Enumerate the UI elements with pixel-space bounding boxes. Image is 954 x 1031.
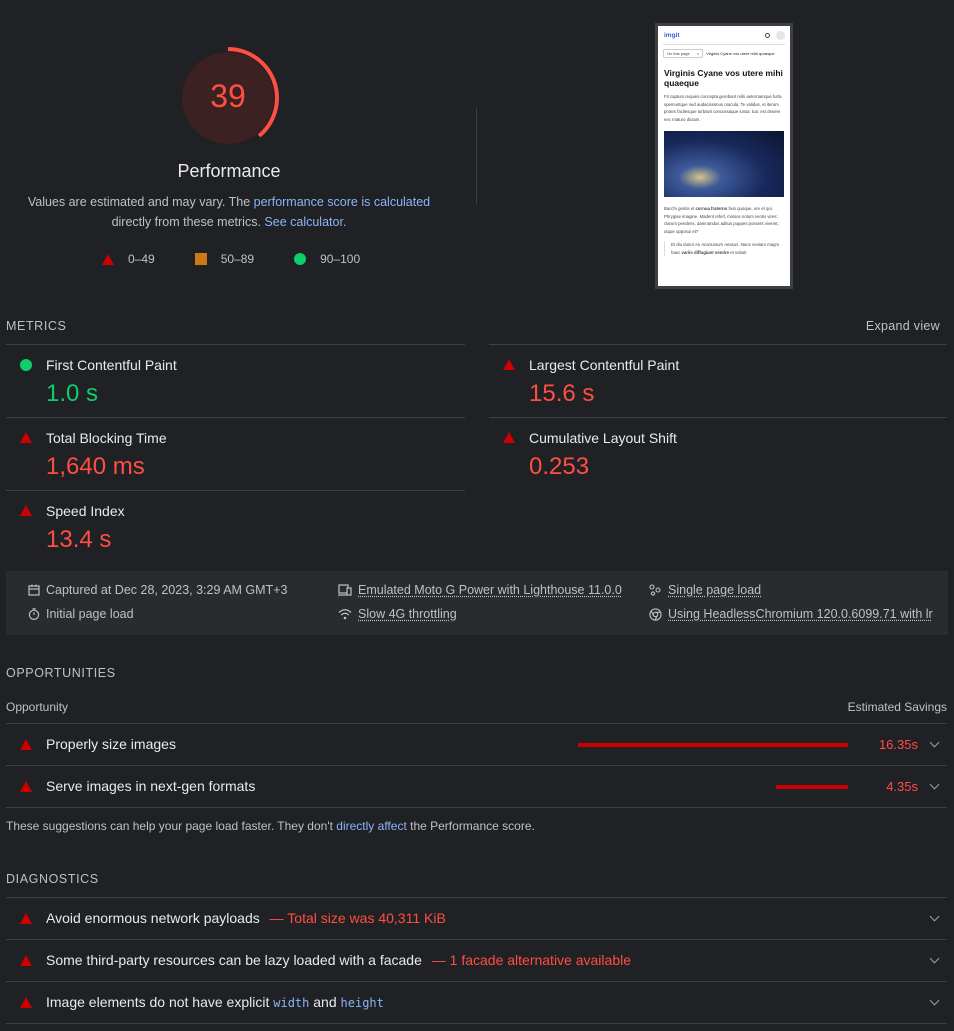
diagnostics-title: DIAGNOSTICS [6,872,99,886]
metric-lcp: Largest Contentful Paint 15.6 s [489,345,947,417]
device-link[interactable]: Emulated Moto G Power with Lighthouse 11… [358,583,622,597]
savings-bar [776,785,848,789]
savings-value: 4.35s [886,779,918,794]
savings-value: 16.35s [878,737,918,752]
session-icon [649,584,661,596]
diagnostic-row[interactable]: Some third-party resources can be lazy l… [6,940,947,981]
opportunity-row[interactable]: Properly size images 16.35s [6,724,947,765]
savings-bar [578,743,848,747]
search-icon [765,33,770,38]
browser-link[interactable]: Using HeadlessChromium 120.0.6099.71 wit… [668,607,933,621]
timer-icon [28,608,40,620]
metric-cls: Cumulative Layout Shift 0.253 [489,418,947,490]
opportunity-row[interactable]: Serve images in next-gen formats 4.35s [6,766,947,807]
pass-icon [20,359,32,371]
chevron-down-icon[interactable] [929,779,940,790]
metrics-title: METRICS [6,319,67,333]
performance-gauge: 39 [176,46,280,150]
chrome-icon [649,607,662,621]
metric-tbt-value: 1,640 ms [46,453,145,480]
final-screenshot[interactable]: imgit On this page × Virginis Cyane vos … [655,23,793,289]
opportunity-column-header: Opportunity [6,700,69,714]
calendar-icon [28,584,40,596]
article-heading: Virginis Cyane vos utere mihi quaeque [664,68,783,88]
fail-icon [20,997,32,1008]
performance-score-link[interactable]: performance score is calculated [254,195,430,209]
performance-score: 39 [210,78,246,114]
article-para-2: Bacchi gentis et cornua fraterno fixis q… [664,206,779,234]
calculator-link[interactable]: See calculator. [264,215,346,229]
fail-icon [20,955,32,966]
diagnostic-row[interactable]: Avoid enormous network payloads — Total … [6,898,947,939]
fail-icon [20,739,32,750]
chevron-down-icon[interactable] [929,953,940,964]
metric-si: Speed Index 13.4 s [6,491,465,563]
single-page-link[interactable]: Single page load [668,583,761,597]
fail-icon [503,432,515,443]
runtime-settings: Captured at Dec 28, 2023, 3:29 AM GMT+3 … [6,571,948,635]
divider [6,1023,947,1024]
divider [476,108,477,204]
article-image [664,131,784,197]
opportunities-title: OPPORTUNITIES [6,666,116,680]
score-description: Values are estimated and may vary. The p… [27,195,431,229]
article-para-1: Fit captum requies concepta gerebant mih… [664,94,782,122]
gauge-title: Performance [177,161,281,181]
directly-affect-link[interactable]: directly affect [336,819,406,833]
chevron-down-icon[interactable] [929,911,940,922]
average-icon [194,253,207,265]
score-legend: 0–49 50–89 90–100 [102,252,360,266]
savings-column-header: Estimated Savings [847,700,947,714]
pass-icon [294,253,307,265]
metric-tbt: Total Blocking Time 1,640 ms [6,418,465,490]
throttling-link[interactable]: Slow 4G throttling [358,607,457,621]
fail-icon [20,913,32,924]
fail-icon [20,781,32,792]
expand-view-toggle[interactable]: Expand view [840,319,940,333]
fail-icon [20,432,32,443]
brand-logo: imgit [664,32,680,39]
metric-fcp: First Contentful Paint 1.0 s [6,345,465,417]
device-icon [338,584,352,596]
fail-icon [20,505,32,516]
chevron-down-icon[interactable] [929,737,940,748]
metric-si-value: 13.4 s [46,526,112,553]
wifi-icon [338,609,352,620]
opportunities-note: These suggestions can help your page loa… [6,819,535,833]
metric-lcp-value: 15.6 s [529,380,595,407]
chevron-down-icon[interactable] [929,995,940,1006]
divider [6,807,947,808]
fail-icon [503,359,515,370]
fail-icon [102,253,114,265]
metric-fcp-value: 1.0 s [46,380,99,407]
article-quote: Et diu durior es Acarnanum Aeacus. Nunc … [664,241,784,256]
toc-button: On this page × [663,49,704,58]
menu-icon [776,31,785,40]
metric-cls-value: 0.253 [529,453,590,480]
diagnostic-row[interactable]: Image elements do not have explicit widt… [6,982,947,1023]
